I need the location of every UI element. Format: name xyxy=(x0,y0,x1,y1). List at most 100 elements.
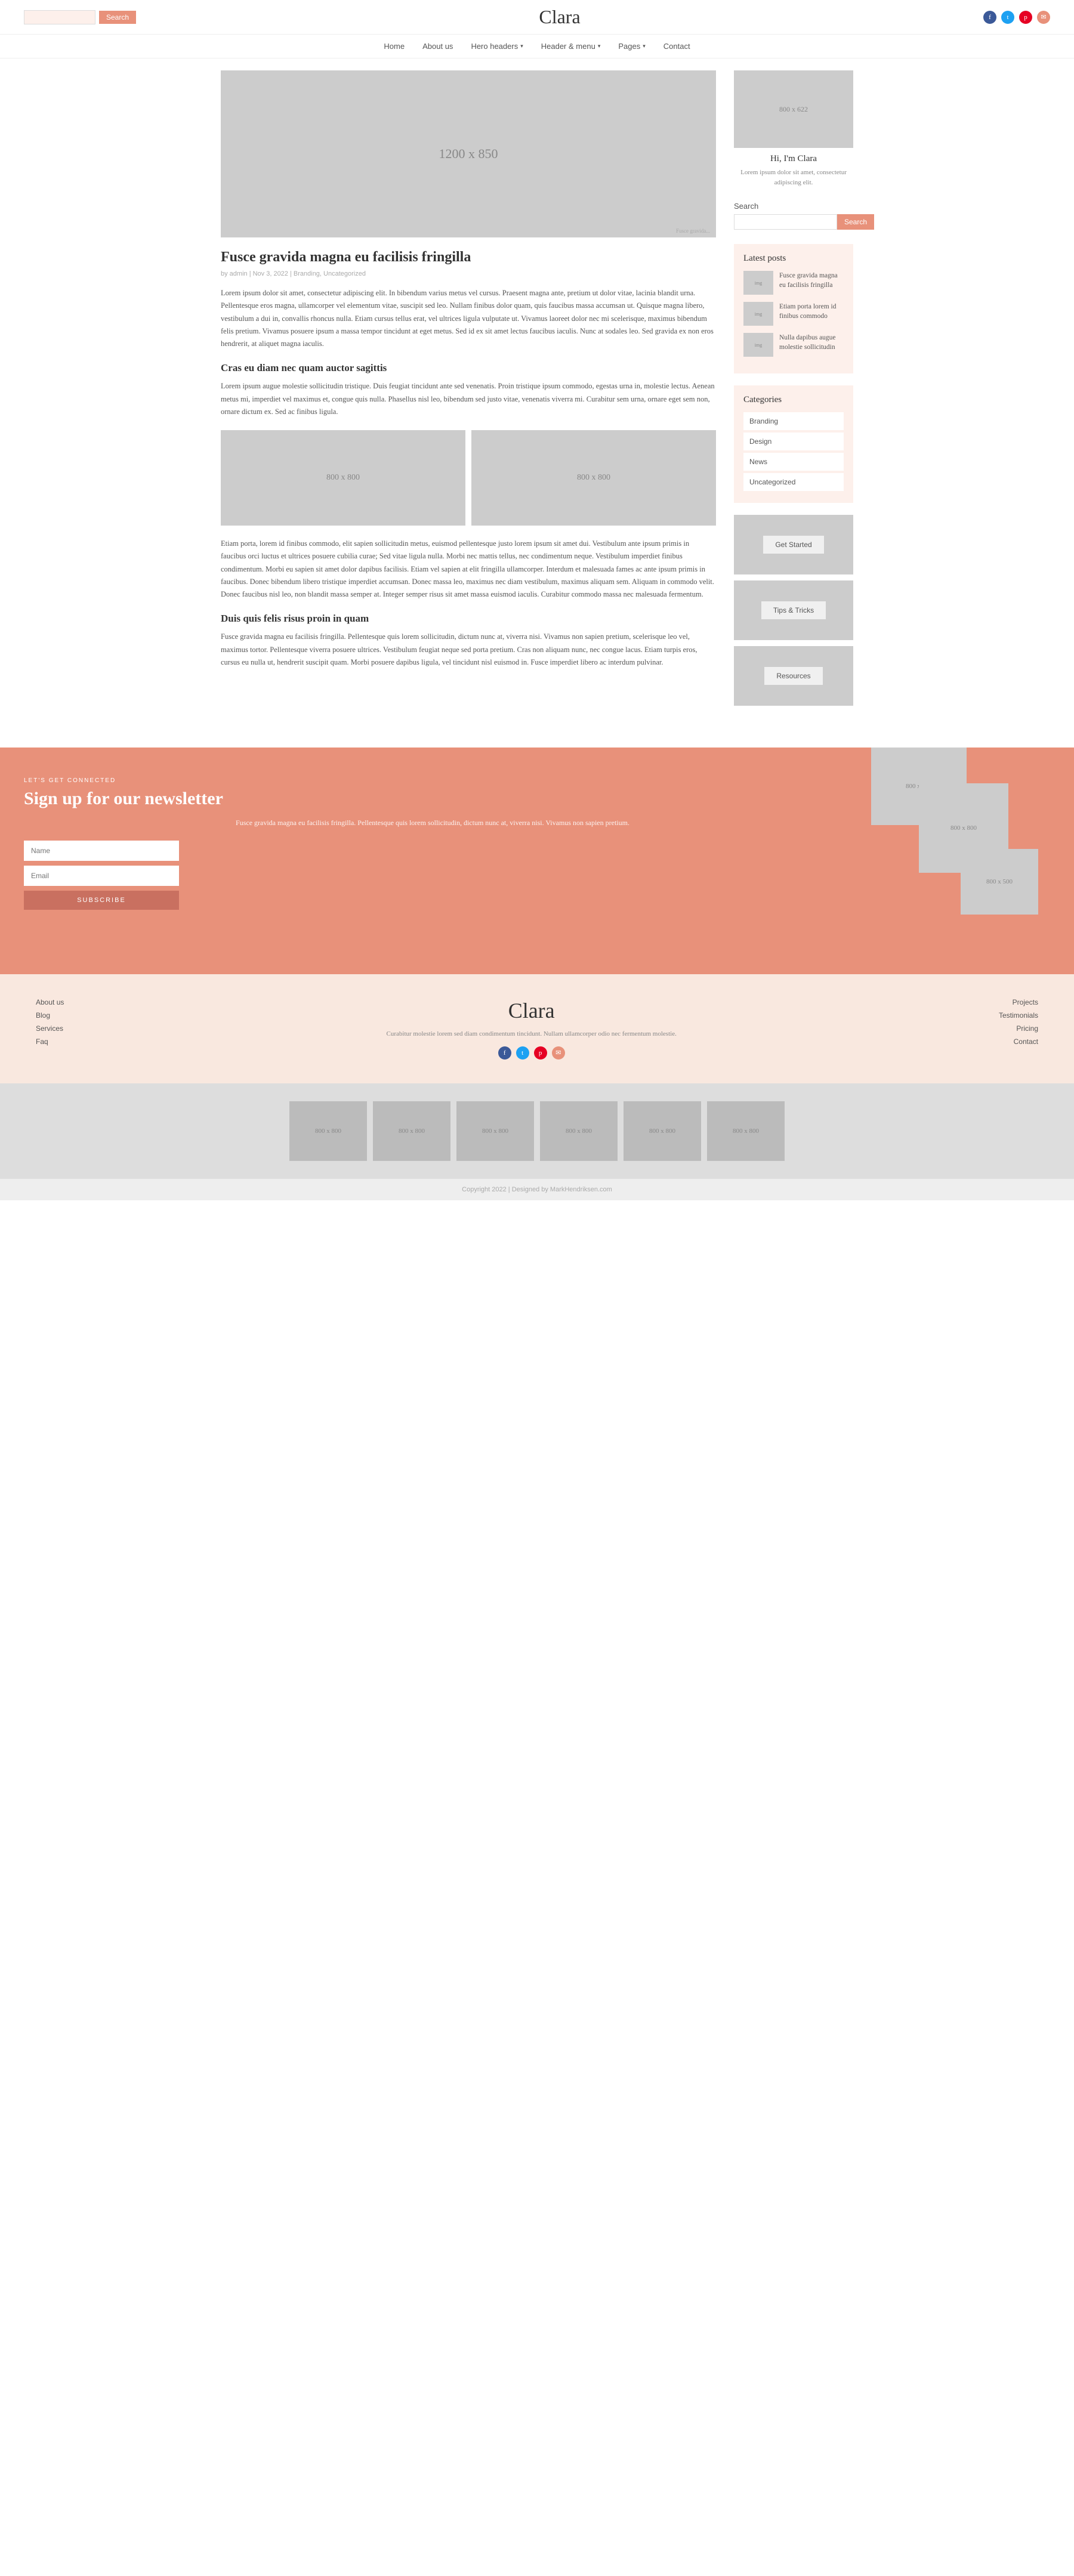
sidebar-search-widget: Search Search xyxy=(734,202,853,230)
social-icons-header: f t p ✉ xyxy=(983,11,1050,24)
strip-image-5: 800 x 800 xyxy=(624,1101,701,1161)
category-uncategorized[interactable]: Uncategorized xyxy=(743,473,844,491)
latest-post-thumb-3: img xyxy=(743,333,773,357)
newsletter-desc: Fusce gravida magna eu facilisis fringil… xyxy=(24,817,841,829)
footer-facebook-icon[interactable]: f xyxy=(498,1046,511,1060)
hero-image: 1200 x 850 Fusce gravida... xyxy=(221,70,716,237)
footer-link-services[interactable]: Services xyxy=(36,1024,64,1033)
categories-widget: Categories Branding Design News Uncatego… xyxy=(734,385,853,503)
bottom-image-strip: 800 x 800 800 x 800 800 x 800 800 x 800 … xyxy=(0,1083,1074,1179)
footer-social: f t p ✉ xyxy=(76,1046,987,1060)
newsletter-content: LET'S GET CONNECTED Sign up for our news… xyxy=(24,777,859,944)
cta-get-started[interactable]: Get Started xyxy=(734,515,853,574)
footer-link-faq[interactable]: Faq xyxy=(36,1037,64,1046)
profile-name: Hi, I'm Clara xyxy=(734,154,853,164)
article-heading-2: Duis quis felis risus proin in quam xyxy=(221,613,716,625)
latest-post-item[interactable]: img Nulla dapibus augue molestie sollici… xyxy=(743,333,844,357)
cta-tips-tricks[interactable]: Tips & Tricks xyxy=(734,580,853,640)
email-icon[interactable]: ✉ xyxy=(1037,11,1050,24)
sidebar-search-label: Search xyxy=(734,202,853,211)
chevron-down-icon: ▾ xyxy=(598,43,601,50)
sidebar-search-row: Search xyxy=(734,214,853,230)
newsletter-name-input[interactable] xyxy=(24,841,179,861)
footer-right-links: Projects Testimonials Pricing Contact xyxy=(999,998,1038,1046)
newsletter-image-3: 800 x 500 xyxy=(961,849,1038,915)
article-body: Lorem ipsum dolor sit amet, consectetur … xyxy=(221,287,716,669)
top-search-area: Search xyxy=(24,10,136,24)
nav-contact[interactable]: Contact xyxy=(663,42,690,51)
sidebar-search-input[interactable] xyxy=(734,214,837,230)
tips-tricks-button[interactable]: Tips & Tricks xyxy=(761,601,826,619)
nav-pages[interactable]: Pages ▾ xyxy=(618,42,645,51)
latest-posts-title: Latest posts xyxy=(743,254,844,264)
categories-title: Categories xyxy=(743,395,844,405)
chevron-down-icon: ▾ xyxy=(643,43,646,50)
sidebar-search-button[interactable]: Search xyxy=(837,214,874,230)
latest-post-thumb-1: img xyxy=(743,271,773,295)
footer-link-blog[interactable]: Blog xyxy=(36,1011,64,1020)
footer-link-pricing[interactable]: Pricing xyxy=(999,1024,1038,1033)
twitter-icon[interactable]: t xyxy=(1001,11,1014,24)
site-logo: Clara xyxy=(136,6,983,28)
chevron-down-icon: ▾ xyxy=(520,43,523,50)
get-started-button[interactable]: Get Started xyxy=(763,536,823,554)
footer-link-projects[interactable]: Projects xyxy=(999,998,1038,1006)
footer-link-testimonials[interactable]: Testimonials xyxy=(999,1011,1038,1020)
pinterest-icon[interactable]: p xyxy=(1019,11,1032,24)
category-branding[interactable]: Branding xyxy=(743,412,844,430)
newsletter-section: LET'S GET CONNECTED Sign up for our news… xyxy=(0,748,1074,974)
profile-widget: 800 x 622 Hi, I'm Clara Lorem ipsum dolo… xyxy=(734,70,853,187)
top-search-button[interactable]: Search xyxy=(99,11,136,24)
latest-posts-widget: Latest posts img Fusce gravida magna eu … xyxy=(734,244,853,373)
article-paragraph-3: Etiam porta, lorem id finibus commodo, e… xyxy=(221,538,716,601)
footer-center: Clara Curabitur molestie lorem sed diam … xyxy=(76,998,987,1060)
top-search-input[interactable] xyxy=(24,10,95,24)
footer-logo: Clara xyxy=(76,998,987,1023)
strip-image-3: 800 x 800 xyxy=(456,1101,534,1161)
newsletter-images: 800 x 640 800 x 800 800 x 500 xyxy=(859,777,1050,944)
nav-home[interactable]: Home xyxy=(384,42,405,51)
latest-post-title-1: Fusce gravida magna eu facilisis fringil… xyxy=(779,271,844,290)
latest-post-item[interactable]: img Fusce gravida magna eu facilisis fri… xyxy=(743,271,844,295)
strip-image-1: 800 x 800 xyxy=(289,1101,367,1161)
article-image-row: 800 x 800 800 x 800 xyxy=(221,430,716,526)
cta-resources[interactable]: Resources xyxy=(734,646,853,706)
category-design[interactable]: Design xyxy=(743,433,844,450)
footer-link-contact[interactable]: Contact xyxy=(999,1037,1038,1046)
article-paragraph-1: Lorem ipsum dolor sit amet, consectetur … xyxy=(221,287,716,350)
newsletter-form: SUBSCRIBE xyxy=(24,841,179,910)
footer-link-about[interactable]: About us xyxy=(36,998,64,1006)
newsletter-title: Sign up for our newsletter xyxy=(24,789,841,809)
latest-post-title-3: Nulla dapibus augue molestie sollicitudi… xyxy=(779,333,844,352)
article-image-1: 800 x 800 xyxy=(221,430,465,526)
copyright-bar: Copyright 2022 | Designed by MarkHendrik… xyxy=(0,1179,1074,1200)
nav-hero-headers[interactable]: Hero headers ▾ xyxy=(471,42,523,51)
main-nav: Home About us Hero headers ▾ Header & me… xyxy=(0,35,1074,58)
article-heading-1: Cras eu diam nec quam auctor sagittis xyxy=(221,362,716,374)
footer-email-icon[interactable]: ✉ xyxy=(552,1046,565,1060)
newsletter-subscribe-button[interactable]: SUBSCRIBE xyxy=(24,891,179,910)
top-bar: Search Clara f t p ✉ xyxy=(0,0,1074,35)
strip-image-2: 800 x 800 xyxy=(373,1101,450,1161)
resources-button[interactable]: Resources xyxy=(764,667,822,685)
latest-post-thumb-2: img xyxy=(743,302,773,326)
facebook-icon[interactable]: f xyxy=(983,11,996,24)
strip-image-6: 800 x 800 xyxy=(707,1101,785,1161)
footer-desc: Curabitur molestie lorem sed diam condim… xyxy=(76,1029,987,1039)
copyright-text: Copyright 2022 | Designed by MarkHendrik… xyxy=(462,1186,612,1193)
page-wrapper: 1200 x 850 Fusce gravida... Fusce gravid… xyxy=(209,58,865,724)
category-news[interactable]: News xyxy=(743,453,844,471)
hero-caption: Fusce gravida... xyxy=(676,228,710,234)
footer-pinterest-icon[interactable]: p xyxy=(534,1046,547,1060)
nav-about[interactable]: About us xyxy=(422,42,453,51)
article: Fusce gravida magna eu facilisis fringil… xyxy=(221,249,716,669)
latest-post-title-2: Etiam porta lorem id finibus commodo xyxy=(779,302,844,321)
nav-header-menu[interactable]: Header & menu ▾ xyxy=(541,42,601,51)
footer-twitter-icon[interactable]: t xyxy=(516,1046,529,1060)
strip-image-4: 800 x 800 xyxy=(540,1101,618,1161)
footer-main: About us Blog Services Faq Clara Curabit… xyxy=(0,974,1074,1083)
latest-post-item[interactable]: img Etiam porta lorem id finibus commodo xyxy=(743,302,844,326)
footer-left-links: About us Blog Services Faq xyxy=(36,998,64,1046)
newsletter-email-input[interactable] xyxy=(24,866,179,886)
profile-image: 800 x 622 xyxy=(734,70,853,148)
